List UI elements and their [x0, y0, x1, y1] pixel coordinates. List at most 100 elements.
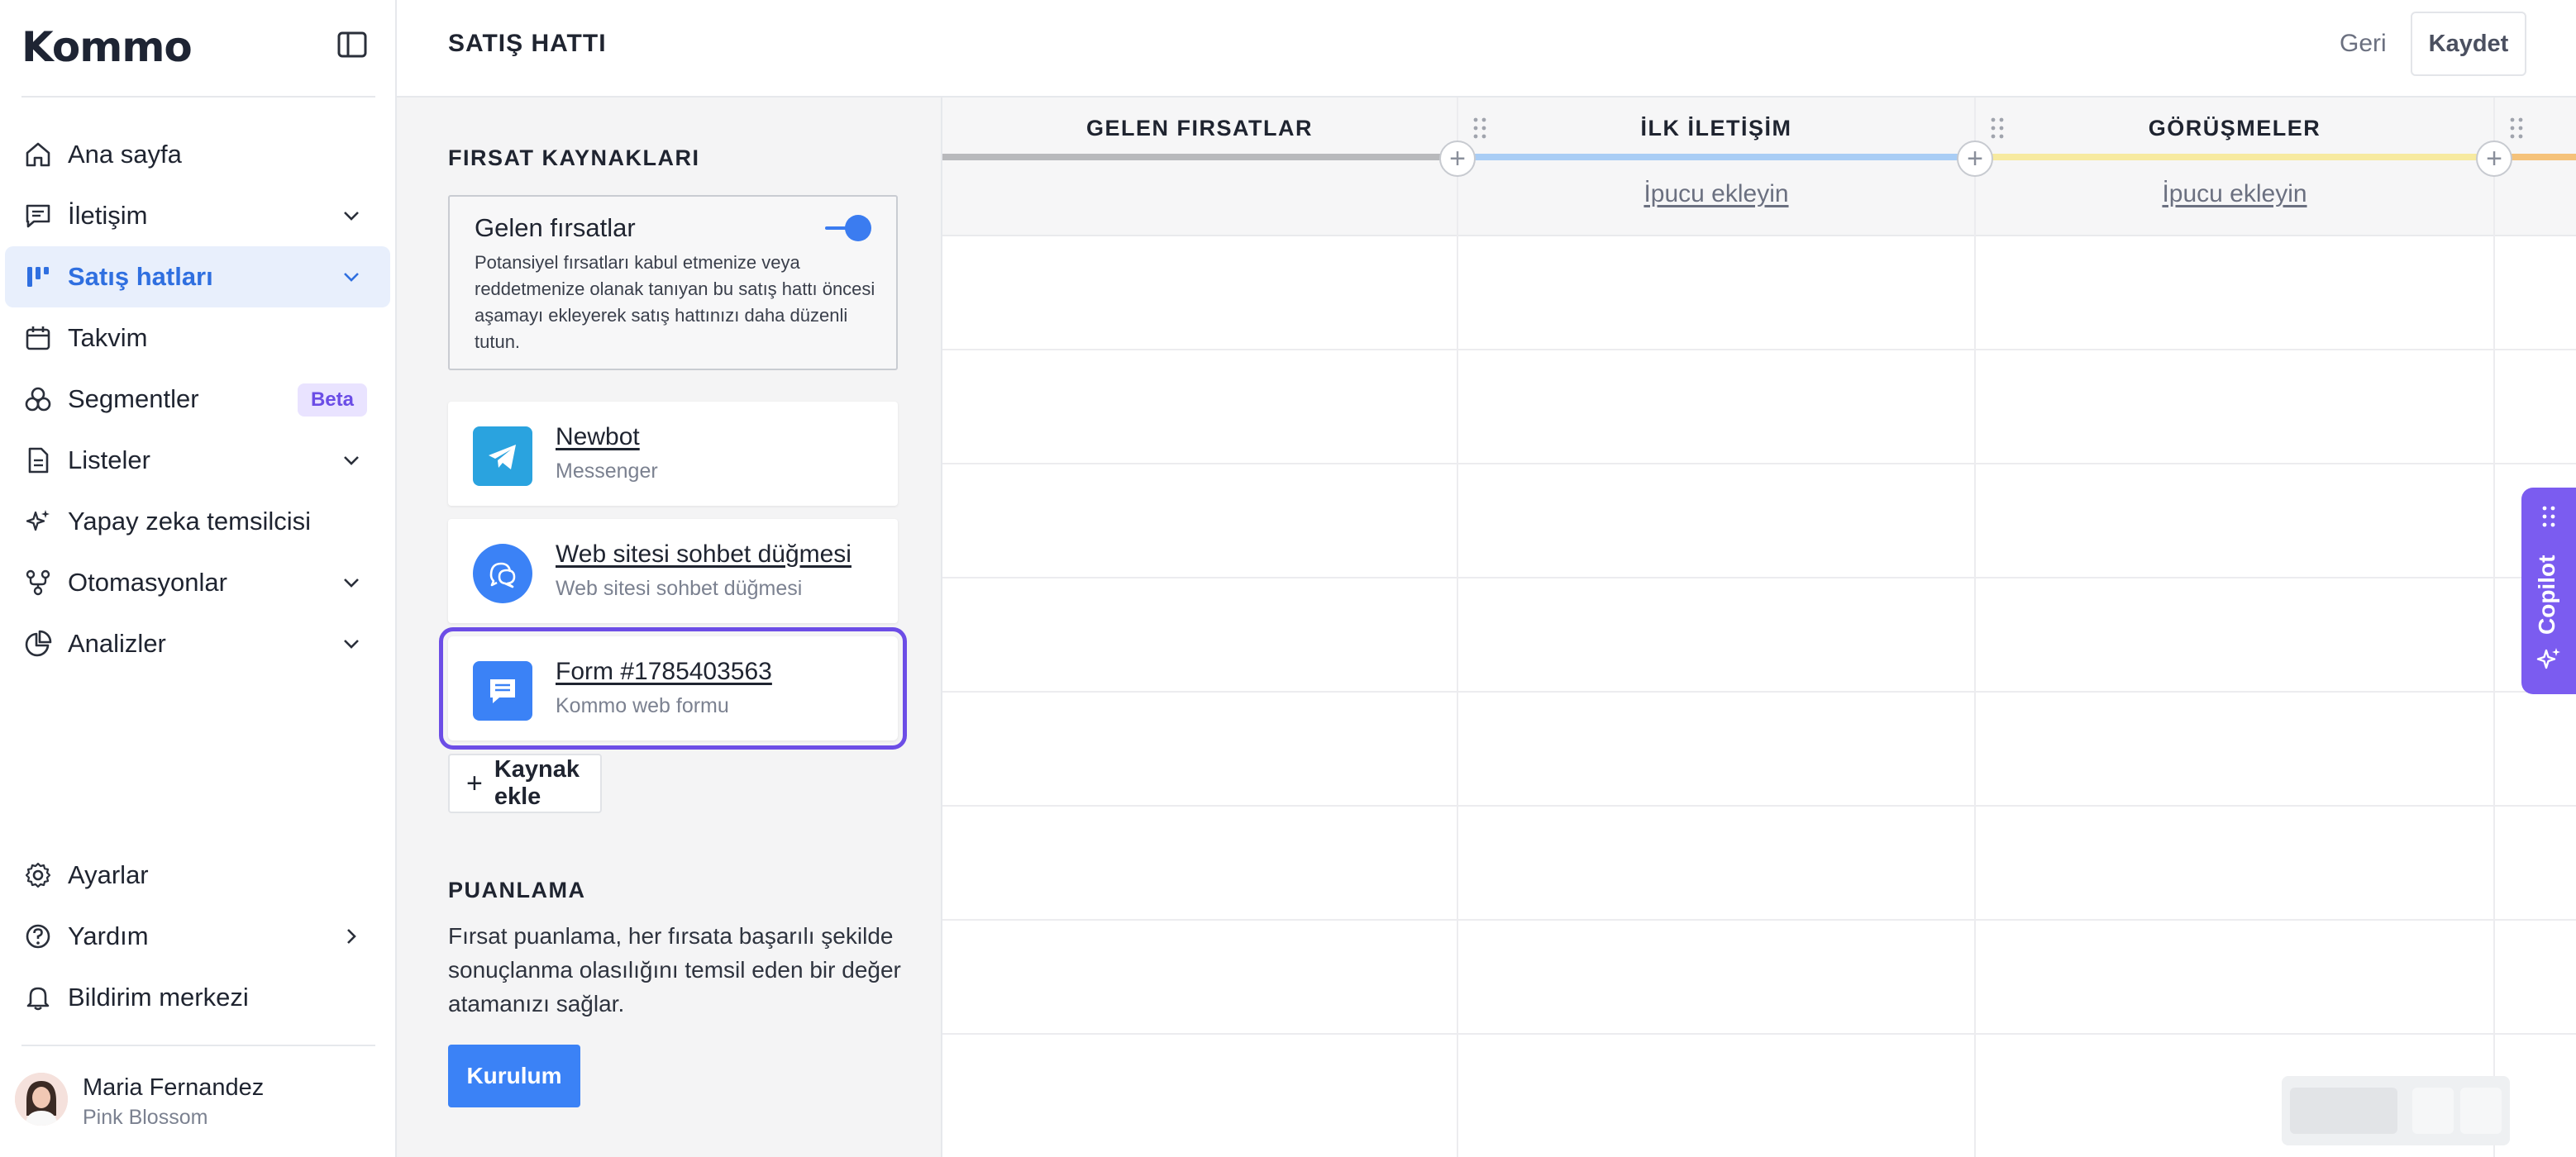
sidebar-item-label: Segmentler — [68, 384, 199, 413]
sidebar-item-lists[interactable]: Listeler — [5, 430, 390, 491]
scoring-description: Fırsat puanlama, her fırsata başarılı şe… — [448, 923, 901, 1017]
stage-title: İLK İLETİŞİM — [1640, 116, 1792, 140]
user-profile[interactable]: Maria Fernandez Pink Blossom — [15, 1068, 379, 1142]
column-divider — [1457, 98, 1458, 1157]
add-stage-button[interactable]: + — [1957, 140, 1993, 177]
row-divider — [942, 1033, 2576, 1035]
add-hint-link[interactable]: İpucu ekleyin — [1458, 180, 1974, 208]
copilot-label: Copilot — [2534, 555, 2559, 635]
form-icon — [473, 661, 532, 721]
sparkle-icon — [2536, 648, 2560, 669]
sidebar-item-label: Analizler — [68, 629, 166, 658]
segments-icon — [21, 383, 55, 416]
telegram-icon — [473, 426, 532, 486]
stage-column-meetings[interactable]: GÖRÜŞMELER İpucu ekleyin — [1976, 98, 2493, 236]
avatar — [15, 1073, 68, 1126]
add-hint-link[interactable]: İpucu ekleyin — [1976, 180, 2493, 208]
row-divider — [942, 349, 2576, 350]
sidebar-item-label: Ayarlar — [68, 860, 149, 889]
sidebar-item-automations[interactable]: Otomasyonlar — [5, 552, 390, 613]
back-button[interactable]: Geri — [2340, 30, 2387, 58]
add-stage-button[interactable]: + — [2476, 140, 2512, 177]
beta-badge: Beta — [297, 383, 367, 417]
pipeline-icon — [21, 260, 55, 293]
copilot-label-text: Copilot — [2534, 555, 2559, 635]
incoming-leads-card: Gelen fırsatlar Potansiyel fırsatları ka… — [448, 195, 898, 370]
user-org: Pink Blossom — [83, 1106, 208, 1129]
pipeline-board: Geri Kaydet GELEN FIRSATLAR İLK İLETİŞİM… — [942, 0, 2576, 1157]
drag-handle-icon[interactable] — [2508, 116, 2525, 140]
save-button[interactable]: Kaydet — [2411, 12, 2526, 76]
calendar-icon — [21, 321, 55, 355]
chat-icon — [21, 199, 55, 232]
divider — [21, 1045, 375, 1046]
drag-handle-icon — [2542, 506, 2555, 527]
page-title: SATIŞ HATTI — [448, 30, 607, 57]
source-name[interactable]: Form #1785403563 — [556, 658, 772, 686]
add-source-button[interactable]: + Kaynak ekle — [448, 754, 602, 813]
stage-color-bar — [1458, 154, 1974, 160]
sources-section-title: FIRSAT KAYNAKLARI — [448, 145, 700, 170]
source-card-newbot[interactable]: Newbot Messenger — [448, 402, 898, 506]
board-header: Geri Kaydet — [942, 0, 2576, 98]
stage-column-incoming[interactable]: GELEN FIRSATLAR — [942, 98, 1457, 236]
source-name[interactable]: Newbot — [556, 423, 640, 451]
row-divider — [942, 577, 2576, 578]
home-icon — [21, 138, 55, 171]
sidebar-item-label: İletişim — [68, 201, 148, 230]
sidebar-item-settings[interactable]: Ayarlar — [5, 845, 390, 906]
chevron-down-icon — [337, 630, 365, 658]
row-divider — [942, 463, 2576, 464]
stage-color-bar — [1976, 154, 2493, 160]
drag-handle-icon[interactable] — [1472, 116, 1488, 140]
user-name: Maria Fernandez — [83, 1074, 265, 1101]
drag-handle-icon[interactable] — [1989, 116, 2006, 140]
sidebar-item-label: Takvim — [68, 323, 148, 352]
sidebar-item-pipelines[interactable]: Satış hatları — [5, 246, 390, 307]
row-divider — [942, 919, 2576, 921]
sidebar-item-analytics[interactable]: Analizler — [5, 613, 390, 674]
incoming-leads-description: Potansiyel fırsatları kabul etmenize vey… — [475, 252, 875, 352]
chevron-down-icon — [337, 263, 365, 291]
panel-header: SATIŞ HATTI — [397, 0, 942, 98]
chevron-down-icon — [337, 446, 365, 474]
sidebar-item-label: Satış hatları — [68, 262, 213, 291]
stage-column-first-contact[interactable]: İLK İLETİŞİM İpucu ekleyin — [1458, 98, 1974, 236]
incoming-leads-toggle[interactable] — [825, 213, 871, 243]
document-icon — [21, 444, 55, 477]
chevron-down-icon — [337, 202, 365, 230]
add-source-label: Kaynak ekle — [494, 756, 580, 810]
sidebar-item-label: Bildirim merkezi — [68, 983, 249, 1012]
sidebar-item-ai-agent[interactable]: Yapay zeka temsilcisi — [5, 491, 390, 552]
chevron-down-icon — [337, 569, 365, 597]
sidebar-item-segments[interactable]: Segmentler Beta — [5, 369, 390, 430]
scoring-section-title: PUANLAMA — [448, 878, 586, 902]
help-icon — [21, 920, 55, 953]
bottom-control[interactable] — [2282, 1076, 2510, 1145]
sidebar-item-help[interactable]: Yardım — [5, 906, 390, 967]
stage-title: GÖRÜŞMELER — [2148, 116, 2321, 140]
pipeline-settings-panel: SATIŞ HATTI FIRSAT KAYNAKLARI Gelen fırs… — [397, 0, 942, 1157]
sidebar-item-label: Listeler — [68, 445, 150, 474]
add-stage-button[interactable]: + — [1439, 140, 1476, 177]
copilot-tab[interactable]: Copilot — [2521, 488, 2576, 694]
view-toggle-icon — [2290, 1088, 2502, 1134]
column-divider — [2493, 98, 2495, 1157]
sidebar-item-notifications[interactable]: Bildirim merkezi — [5, 967, 390, 1028]
source-card-web-form[interactable]: Form #1785403563 Kommo web formu — [439, 627, 907, 750]
source-card-website-chat[interactable]: Web sitesi sohbet düğmesi Web sitesi soh… — [448, 519, 898, 623]
source-name[interactable]: Web sitesi sohbet düğmesi — [556, 540, 852, 569]
sidebar-bottom-nav: Ayarlar Yardım Bildirim merkezi — [0, 845, 397, 1028]
source-type: Kommo web formu — [556, 694, 729, 717]
sidebar-item-calendar[interactable]: Takvim — [5, 307, 390, 369]
divider — [21, 96, 375, 98]
sidebar-item-contacts[interactable]: İletişim — [5, 185, 390, 246]
sidebar-collapse-icon[interactable] — [336, 28, 369, 61]
kommo-logo[interactable]: Kommo — [21, 23, 193, 71]
sidebar-item-label: Yardım — [68, 921, 149, 950]
incoming-leads-title: Gelen fırsatlar — [475, 213, 636, 242]
setup-button[interactable]: Kurulum — [448, 1045, 580, 1107]
chevron-right-icon — [337, 922, 365, 950]
sidebar-item-home[interactable]: Ana sayfa — [5, 124, 390, 185]
pie-chart-icon — [21, 627, 55, 660]
